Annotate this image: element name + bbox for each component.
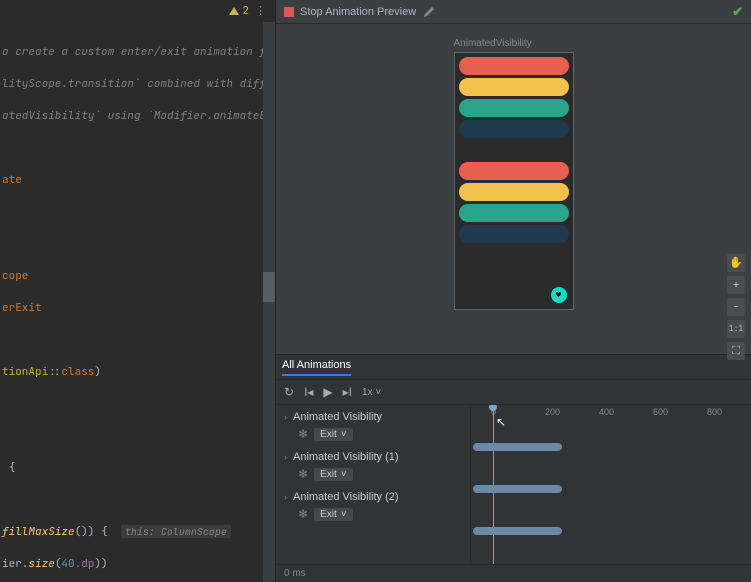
edit-icon[interactable] — [422, 5, 436, 19]
code-editor-pane: 2 ⋮ o create a custom enter/exit animati… — [0, 0, 275, 582]
preview-pane: Stop Animation Preview ✔ AnimatedVisibil… — [275, 0, 751, 582]
ruler-tick: 200 — [545, 407, 560, 417]
zoom-in-button[interactable]: + — [727, 276, 745, 294]
warning-count: 2 — [242, 4, 249, 18]
track-bar-row: 331ms — [471, 465, 751, 507]
chevron-right-icon: › — [284, 412, 287, 422]
preview-canvas[interactable]: AnimatedVisibility ♥ ✋ + − 1:1 ⛶ — [276, 24, 751, 354]
build-success-icon: ✔ — [732, 4, 743, 20]
speed-dropdown[interactable]: 1x ˅ — [362, 387, 381, 398]
state-dropdown[interactable]: Exit ˅ — [314, 508, 353, 521]
ruler-tick: 800 — [707, 407, 722, 417]
zoom-reset-button[interactable]: 1:1 — [727, 320, 745, 338]
device-frame: ♥ — [454, 52, 574, 310]
state-dropdown[interactable]: Exit ˅ — [314, 428, 353, 441]
snowflake-icon[interactable]: ❄ — [298, 507, 308, 521]
chevron-right-icon: › — [284, 452, 287, 462]
warnings-badge[interactable]: 2 — [229, 4, 249, 18]
track-name: Animated Visibility — [293, 411, 382, 423]
zoom-out-button[interactable]: − — [727, 298, 745, 316]
pan-tool[interactable]: ✋ — [727, 254, 745, 272]
play-icon[interactable]: ▶ — [323, 385, 332, 399]
animation-bar[interactable] — [473, 485, 562, 493]
animation-controls: ↻ I◂ ▶ ▸I 1x ˅ — [276, 379, 751, 405]
device-label: AnimatedVisibility — [454, 38, 532, 49]
skip-end-icon[interactable]: ▸I — [343, 385, 352, 399]
track-bar-row: 331ms — [471, 507, 751, 549]
animation-tabs: All Animations — [276, 355, 751, 379]
code-area[interactable]: o create a custom enter/exit animation f… — [0, 22, 275, 582]
color-bar — [459, 120, 569, 138]
track-expand[interactable]: › Animated Visibility (2) — [284, 491, 462, 503]
animation-panel: All Animations ↻ I◂ ▶ ▸I 1x ˅ › Animated… — [276, 354, 751, 582]
skip-start-icon[interactable]: I◂ — [304, 385, 313, 399]
heart-icon: ♥ — [556, 289, 561, 301]
chevron-down-icon: ˅ — [341, 509, 347, 520]
tab-all-animations[interactable]: All Animations — [282, 359, 351, 376]
fab-heart[interactable]: ♥ — [551, 287, 567, 303]
canvas-tools: ✋ + − 1:1 ⛶ — [727, 254, 745, 360]
ruler-tick: 400 — [599, 407, 614, 417]
expand-button[interactable]: ⛶ — [727, 342, 745, 360]
animation-bar[interactable] — [473, 443, 562, 451]
chevron-right-icon: › — [284, 492, 287, 502]
track-expand[interactable]: › Animated Visibility (1) — [284, 451, 462, 463]
color-bar — [459, 183, 569, 201]
track-row: › Animated Visibility (2) ❄ Exit ˅ — [276, 485, 470, 525]
track-name: Animated Visibility (2) — [293, 491, 399, 503]
color-bar — [459, 204, 569, 222]
stop-preview-button[interactable]: Stop Animation Preview — [300, 6, 416, 18]
track-row: › Animated Visibility ❄ Exit ˅ — [276, 405, 470, 445]
device-preview: AnimatedVisibility ♥ — [454, 52, 574, 354]
track-bar-row: 331ms — [471, 423, 751, 465]
editor-scrollbar[interactable] — [263, 22, 275, 582]
editor-menu-icon[interactable]: ⋮ — [255, 4, 267, 18]
loop-icon[interactable]: ↻ — [284, 385, 294, 399]
timeline-ruler[interactable]: 02004006008001000 — [471, 405, 751, 423]
ruler-tick: 600 — [653, 407, 668, 417]
timeline: › Animated Visibility ❄ Exit ˅ › Animate… — [276, 405, 751, 564]
current-time: 0 ms — [284, 568, 306, 579]
color-bar — [459, 57, 569, 75]
state-dropdown[interactable]: Exit ˅ — [314, 468, 353, 481]
color-bar — [459, 99, 569, 117]
color-bar — [459, 78, 569, 96]
chevron-down-icon: ˅ — [341, 429, 347, 440]
animation-bar[interactable] — [473, 527, 562, 535]
scroll-thumb[interactable] — [263, 272, 275, 302]
track-name: Animated Visibility (1) — [293, 451, 399, 463]
track-expand[interactable]: › Animated Visibility — [284, 411, 462, 423]
color-bar — [459, 225, 569, 243]
warning-icon — [229, 7, 239, 15]
stop-icon — [284, 7, 294, 17]
animation-footer: 0 ms — [276, 564, 751, 582]
color-bar — [459, 162, 569, 180]
editor-header: 2 ⋮ — [0, 0, 275, 22]
track-labels: › Animated Visibility ❄ Exit ˅ › Animate… — [276, 405, 471, 564]
snowflake-icon[interactable]: ❄ — [298, 427, 308, 441]
track-row: › Animated Visibility (1) ❄ Exit ˅ — [276, 445, 470, 485]
snowflake-icon[interactable]: ❄ — [298, 467, 308, 481]
preview-toolbar: Stop Animation Preview ✔ — [276, 0, 751, 24]
timeline-grid[interactable]: 02004006008001000 ↖ 331ms331ms331ms — [471, 405, 751, 564]
chevron-down-icon: ˅ — [341, 469, 347, 480]
